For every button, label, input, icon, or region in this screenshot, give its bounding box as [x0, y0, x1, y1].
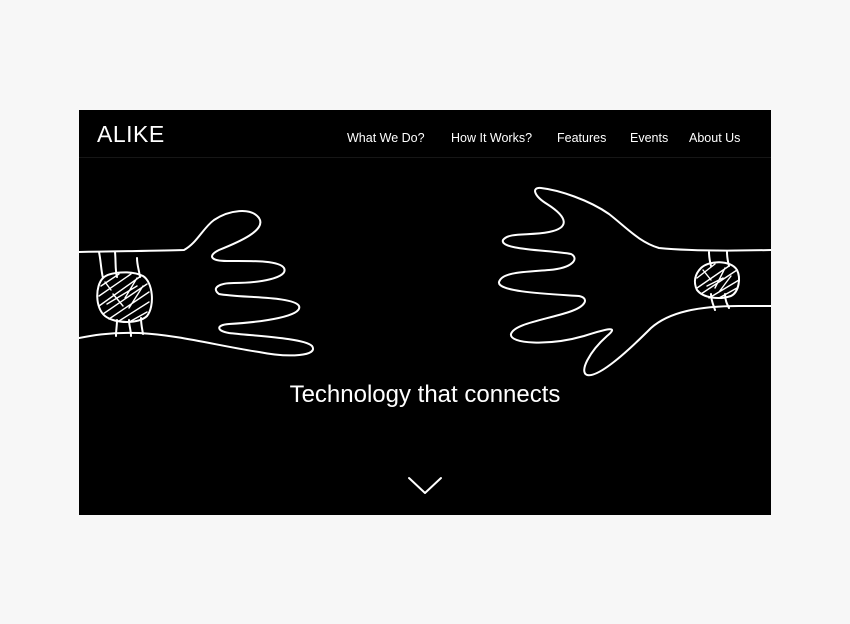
left-hand-outline	[79, 210, 315, 357]
right-hand-illustration	[498, 186, 771, 377]
nav-item-features[interactable]: Features	[557, 131, 606, 145]
hero-illustration	[79, 186, 771, 377]
scroll-down-button[interactable]	[405, 472, 445, 498]
left-hand-illustration	[79, 210, 315, 357]
nav-item-how-it-works[interactable]: How It Works?	[451, 131, 532, 145]
left-watch-strap	[98, 251, 144, 337]
right-hand-outline	[498, 186, 771, 377]
top-navigation: ALIKE What We Do? How It Works? Features…	[79, 110, 771, 158]
brand-logo[interactable]: ALIKE	[97, 121, 165, 148]
nav-item-events[interactable]: Events	[630, 131, 668, 145]
left-watch-hatching	[98, 273, 150, 322]
right-watch-hatching	[696, 263, 740, 299]
website-preview: ALIKE What We Do? How It Works? Features…	[79, 110, 771, 515]
chevron-down-icon	[408, 477, 442, 494]
nav-item-what-we-do[interactable]: What We Do?	[347, 131, 425, 145]
hero-title: Technology that connects	[289, 381, 561, 408]
nav-item-about-us[interactable]: About Us	[689, 131, 740, 145]
